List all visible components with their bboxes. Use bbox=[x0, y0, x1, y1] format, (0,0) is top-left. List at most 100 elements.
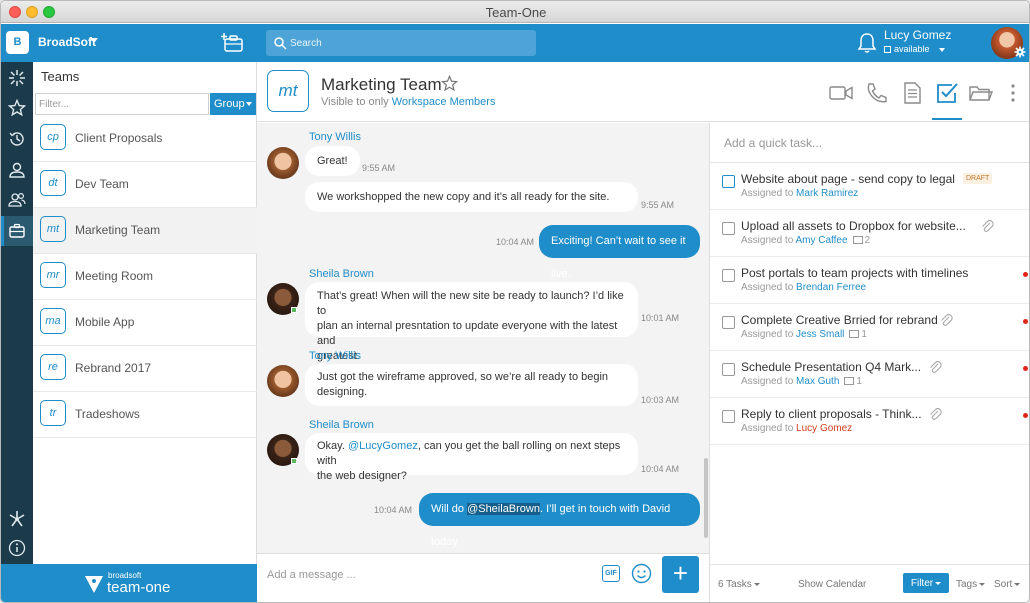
task-title[interactable]: Schedule Presentation Q4 Mark... bbox=[741, 360, 921, 374]
task-checkbox[interactable] bbox=[722, 175, 735, 188]
team-label: Marketing Team bbox=[75, 223, 161, 237]
contact-person-icon[interactable] bbox=[8, 161, 26, 179]
people-group-icon[interactable] bbox=[8, 191, 26, 209]
task-item[interactable]: Complete Creative Brried for rebrand Ass… bbox=[710, 304, 1029, 351]
workspace-members-link[interactable]: Workspace Members bbox=[392, 96, 496, 108]
message-author[interactable]: Sheila Brown bbox=[309, 268, 374, 280]
active-tab-indicator bbox=[932, 118, 962, 120]
info-icon[interactable] bbox=[8, 539, 26, 557]
team-item-client-proposals[interactable]: cp Client Proposals bbox=[33, 116, 257, 162]
group-dropdown-button[interactable]: Group bbox=[210, 93, 256, 115]
user-name[interactable]: Lucy Gomez bbox=[884, 28, 951, 42]
avatar-tony-willis[interactable] bbox=[267, 147, 299, 179]
assignee-link[interactable]: Brendan Ferree bbox=[796, 282, 866, 293]
team-badge: re bbox=[40, 354, 66, 380]
chevron-down-icon bbox=[1014, 583, 1021, 586]
team-item-rebrand-2017[interactable]: re Rebrand 2017 bbox=[33, 346, 257, 392]
task-checkbox[interactable] bbox=[722, 222, 735, 235]
team-one-logo-icon[interactable] bbox=[8, 510, 26, 528]
org-name[interactable]: BroadSoft bbox=[38, 35, 96, 49]
notifications-bell-icon[interactable] bbox=[857, 32, 877, 54]
tasks-footer: 6 Tasks Show Calendar Filter Tags Sort bbox=[710, 564, 1029, 602]
task-title[interactable]: Reply to client proposals - Think... bbox=[741, 407, 922, 421]
search-bar[interactable] bbox=[266, 30, 536, 56]
status-dropdown-icon[interactable] bbox=[939, 48, 945, 52]
assignee-link[interactable]: Max Guth bbox=[796, 376, 839, 387]
message-composer: GIF + bbox=[257, 553, 709, 602]
team-item-dev-team[interactable]: dt Dev Team bbox=[33, 162, 257, 208]
phone-icon[interactable] bbox=[865, 82, 889, 104]
team-item-meeting-room[interactable]: mr Meeting Room bbox=[33, 254, 257, 300]
tags-dropdown[interactable]: Tags bbox=[956, 579, 986, 590]
search-input[interactable] bbox=[290, 34, 530, 52]
history-clock-icon[interactable] bbox=[8, 130, 26, 148]
message-list: Tony Willis Great! 9:55 AM We workshoppe… bbox=[257, 123, 709, 553]
mention-link[interactable]: @SheilaBrown bbox=[467, 503, 540, 515]
org-logo[interactable]: B bbox=[6, 31, 29, 54]
alert-dot bbox=[1023, 366, 1028, 371]
emoji-smiley-icon[interactable] bbox=[631, 563, 652, 584]
task-item[interactable]: Reply to client proposals - Think... Ass… bbox=[710, 398, 1029, 445]
team-item-marketing-team[interactable]: mt Marketing Team bbox=[33, 208, 257, 254]
quick-task-input[interactable] bbox=[724, 134, 1014, 152]
team-item-tradeshows[interactable]: tr Tradeshows bbox=[33, 392, 257, 438]
assignee-link[interactable]: Amy Caffee bbox=[795, 235, 847, 246]
task-item[interactable]: Post portals to team projects with timel… bbox=[710, 257, 1029, 304]
more-vertical-icon[interactable] bbox=[1007, 82, 1019, 104]
message-line: the web designer? bbox=[317, 470, 407, 482]
teams-title: Teams bbox=[41, 69, 80, 84]
alert-dot bbox=[1023, 413, 1028, 418]
chevron-down-icon bbox=[753, 583, 760, 586]
message-line: Okay. @LucyGomez, can you get the ball r… bbox=[317, 439, 626, 469]
message-author[interactable]: Tony Willis bbox=[309, 131, 361, 143]
assignee-link[interactable]: Mark Ramirez bbox=[796, 188, 858, 199]
task-item[interactable]: Website about page - send copy to legal … bbox=[710, 163, 1029, 210]
task-checkbox[interactable] bbox=[722, 410, 735, 423]
star-icon[interactable] bbox=[8, 99, 26, 117]
task-checkbox[interactable] bbox=[722, 269, 735, 282]
assignee-link[interactable]: Jess Small bbox=[796, 329, 844, 340]
task-title[interactable]: Complete Creative Brried for rebrand bbox=[741, 313, 938, 327]
teams-filter-input[interactable] bbox=[35, 93, 209, 115]
comment-count: 1 bbox=[861, 329, 867, 340]
team-badge: cp bbox=[40, 124, 66, 150]
tasks-checkbox-icon[interactable] bbox=[935, 82, 959, 104]
show-calendar-link[interactable]: Show Calendar bbox=[798, 579, 866, 590]
assignee-link[interactable]: Lucy Gomez bbox=[796, 423, 852, 434]
message-author[interactable]: Tony Willis bbox=[309, 350, 361, 362]
message-input[interactable] bbox=[267, 564, 587, 586]
task-title[interactable]: Website about page - send copy to legal bbox=[741, 172, 955, 186]
message-line: greatest. bbox=[317, 350, 360, 362]
settings-gear-icon[interactable] bbox=[1014, 46, 1026, 58]
chevron-down-icon bbox=[935, 581, 942, 585]
activity-burst-icon[interactable] bbox=[8, 69, 26, 87]
message-scrollbar[interactable] bbox=[704, 458, 708, 538]
task-count-dropdown[interactable]: 6 Tasks bbox=[718, 579, 760, 590]
visibility-text: Visible to only bbox=[321, 96, 392, 108]
favorite-star-icon[interactable] bbox=[441, 75, 458, 92]
task-item[interactable]: Schedule Presentation Q4 Mark... Assigne… bbox=[710, 351, 1029, 398]
avatar-tony-willis[interactable] bbox=[267, 365, 299, 397]
user-status[interactable]: available bbox=[884, 44, 930, 54]
task-checkbox[interactable] bbox=[722, 316, 735, 329]
task-title[interactable]: Upload all assets to Dropbox for website… bbox=[741, 219, 966, 233]
task-checkbox[interactable] bbox=[722, 363, 735, 376]
add-attachment-button[interactable]: + bbox=[662, 556, 699, 593]
message-author[interactable]: Sheila Brown bbox=[309, 419, 374, 431]
folder-icon[interactable] bbox=[969, 82, 993, 104]
gif-button[interactable]: GIF bbox=[602, 565, 620, 582]
task-item[interactable]: Upload all assets to Dropbox for website… bbox=[710, 210, 1029, 257]
sort-label: Sort bbox=[994, 579, 1013, 590]
mention-link[interactable]: @LucyGomez bbox=[348, 440, 418, 452]
team-item-mobile-app[interactable]: ma Mobile App bbox=[33, 300, 257, 346]
teams-briefcase-icon[interactable] bbox=[8, 222, 26, 240]
team-one-brand-icon bbox=[85, 576, 103, 593]
chevron-down-icon bbox=[979, 583, 986, 586]
filter-button[interactable]: Filter bbox=[903, 573, 949, 593]
org-dropdown-icon[interactable] bbox=[90, 38, 98, 43]
new-team-icon[interactable] bbox=[221, 33, 245, 53]
sort-dropdown[interactable]: Sort bbox=[994, 579, 1021, 590]
video-call-icon[interactable] bbox=[829, 82, 853, 104]
task-title[interactable]: Post portals to team projects with timel… bbox=[741, 266, 968, 280]
document-icon[interactable] bbox=[900, 82, 924, 104]
